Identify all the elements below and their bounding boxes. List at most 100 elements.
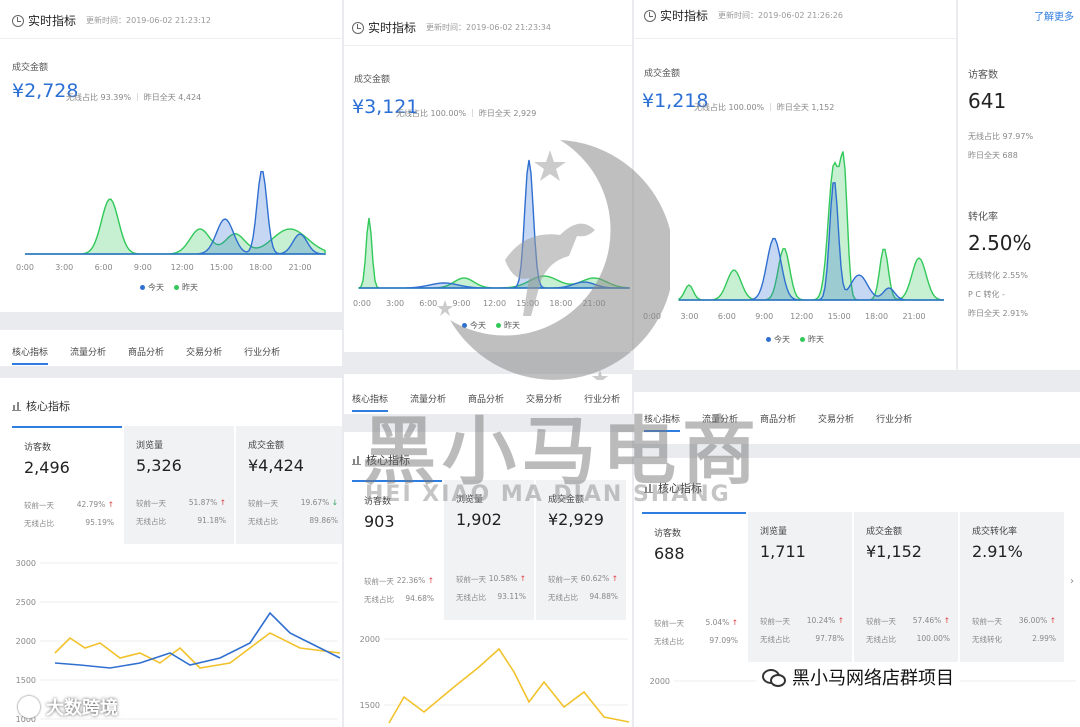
arrow-up-icon: ↑: [943, 616, 950, 625]
learn-more-link[interactable]: 了解更多: [1034, 8, 1074, 23]
tab-2[interactable]: 流量分析: [70, 345, 106, 365]
chart-legend: 今天 昨天: [766, 334, 834, 345]
tab-3[interactable]: 商品分析: [128, 345, 164, 365]
share-label: 无线占比: [548, 593, 578, 602]
realtime-title: 实时指标: [660, 9, 709, 23]
metric-value: ¥2,929: [548, 510, 604, 529]
metric-card[interactable]: 浏览量 1,711 较前一天 10.24% ↑ 无线占比 97.78%: [748, 512, 852, 662]
metric-label: 成交金额: [248, 441, 285, 451]
corner-watermark: 大数跨境: [18, 694, 118, 720]
s3-today-area: [679, 182, 944, 301]
metric-share-row: 无线占比 89.86%: [248, 516, 338, 527]
arrow-up-icon: ↑: [219, 498, 226, 507]
metric-card[interactable]: 成交金额 ¥1,152 较前一天 57.46% ↑ 无线占比 100.00%: [854, 512, 958, 662]
compare-value: 19.67%: [300, 498, 330, 507]
metric-card[interactable]: 访客数 2,496 较前一天 42.79% ↑ 无线占比 95.19%: [12, 426, 122, 544]
shot2-realtime-header: 实时指标 更新时间：2019-06-02 21:23:34: [352, 19, 551, 36]
shot2-trend-chart: 2000 1500: [360, 635, 630, 724]
metric-compare-row: 较前一天 51.87% ↑: [136, 498, 226, 509]
gmv-label: 成交金额: [12, 63, 49, 73]
metric-compare-row: 较前一天 22.36% ↑: [364, 576, 434, 587]
x-tick-label: 6:00: [95, 263, 113, 272]
wechat-icon: [762, 669, 786, 687]
x-tick-label: 6:00: [718, 312, 736, 321]
compare-label: 较前一天: [654, 619, 684, 628]
tab-4[interactable]: 交易分析: [818, 412, 854, 432]
compare-value: 51.87%: [188, 498, 218, 507]
arrow-up-icon: ↑: [731, 618, 738, 627]
metric-share-row: 无线占比 97.09%: [654, 636, 738, 647]
x-tick-label: 3:00: [55, 263, 73, 272]
metric-value: 5,326: [136, 456, 182, 475]
share-value: 97.09%: [709, 636, 738, 645]
gmv-label: 成交金额: [644, 69, 681, 79]
metric-card[interactable]: 浏览量 5,326 较前一天 51.87% ↑ 无线占比 91.18%: [124, 426, 234, 544]
next-arrow-icon[interactable]: ›: [1070, 576, 1074, 587]
visitors-value: 641: [968, 89, 1007, 113]
x-tick-label: 0:00: [16, 263, 34, 272]
arrow-up-icon: ↑: [427, 576, 434, 585]
conversion-wireless: 无线转化 2.55%: [968, 271, 1028, 280]
gmv-label: 成交金额: [354, 75, 391, 85]
tab-4[interactable]: 交易分析: [186, 345, 222, 365]
compare-label: 较前一天: [136, 499, 166, 508]
update-time: 更新时间：2019-06-02 21:26:26: [718, 11, 843, 20]
wireless-share: 无线占比 100.00%: [694, 103, 765, 112]
metric-label: 浏览量: [136, 441, 164, 451]
wireless-share: 无线占比 100.00%: [396, 109, 467, 118]
share-label: 无线占比: [456, 593, 486, 602]
y-tick-label: 1500: [360, 701, 380, 710]
tab-1[interactable]: 核心指标: [12, 345, 49, 365]
x-tick-label: 15:00: [210, 263, 233, 272]
s1-yesterday-area: [25, 198, 326, 255]
arrow-up-icon: ↑: [1049, 616, 1056, 625]
metric-card[interactable]: 访客数 688 较前一天 5.04% ↑ 无线占比 97.09%: [642, 512, 746, 662]
arrow-up-icon: ↑: [519, 574, 526, 583]
y-tick-label: 2000: [360, 635, 380, 644]
tab-5[interactable]: 行业分析: [244, 345, 280, 365]
visitors-wireless: 无线占比 97.97%: [968, 132, 1034, 141]
yesterday-full: 昨日全天 2,929: [478, 109, 537, 118]
s3-yesterday-area: [678, 151, 945, 301]
x-tick-label: 21:00: [288, 263, 311, 272]
shot3-realtime-header: 实时指标 更新时间：2019-06-02 21:26:26: [644, 7, 843, 24]
conversion-pc: P C 转化 -: [968, 290, 1005, 299]
share-label: 无线占比: [24, 519, 54, 528]
metric-card[interactable]: 成交金额 ¥4,424 较前一天 19.67% ↓ 无线占比 89.86%: [236, 426, 342, 544]
x-tick-label: 15:00: [828, 312, 851, 321]
metric-compare-row: 较前一天 57.46% ↑: [866, 616, 950, 627]
y-tick-label: 3000: [16, 559, 36, 568]
conversion-label: 转化率: [968, 212, 998, 223]
tab-5[interactable]: 行业分析: [876, 412, 912, 432]
metric-value: ¥4,424: [248, 456, 304, 475]
shot3-realtime-panel: 实时指标 更新时间：2019-06-02 21:26:26 成交金额 ¥1,21…: [634, 0, 956, 370]
y-tick-label: 2000: [650, 677, 670, 686]
bar-chart-icon: [352, 455, 361, 465]
s2-trend-line-1: [388, 647, 630, 724]
shot1-realtime-panel: 实时指标 更新时间：2019-06-02 21:23:12 成交金额 ¥2,72…: [0, 0, 342, 312]
x-tick-label: 18:00: [865, 312, 888, 321]
metric-compare-row: 较前一天 10.58% ↑: [456, 574, 526, 585]
y-tick-label: 2500: [16, 598, 36, 607]
compare-label: 较前一天: [24, 501, 54, 510]
metric-share-row: 无线占比 93.11%: [456, 592, 526, 603]
tab-3[interactable]: 商品分析: [760, 412, 796, 432]
shot1-realtime-header: 实时指标 更新时间：2019-06-02 21:23:12: [12, 12, 211, 29]
x-tick-label: 3:00: [386, 299, 404, 308]
bar-chart-icon: [12, 401, 21, 411]
legend-today: 今天: [140, 282, 164, 293]
gmv-sub-stats: 无线占比 100.00% | 昨日全天 2,929: [396, 108, 537, 118]
moon-horse-logo: [437, 140, 670, 380]
compare-value: 42.79%: [76, 500, 106, 509]
wireless-share: 无线占比 93.39%: [66, 93, 132, 102]
share-label: 无线占比: [654, 637, 684, 646]
metric-card[interactable]: 成交转化率 2.91% 较前一天 36.00% ↑ 无线转化 2.99%: [960, 512, 1064, 662]
metric-compare-row: 较前一天 36.00% ↑: [972, 616, 1056, 627]
compare-value: 5.04%: [705, 618, 730, 627]
clock-icon: [352, 21, 364, 34]
metric-share-row: 无线占比 94.68%: [364, 594, 434, 605]
clock-icon: [12, 14, 24, 27]
compare-label: 较前一天: [248, 499, 278, 508]
metric-compare-row: 较前一天 60.62% ↑: [548, 574, 618, 585]
gmv-sub-stats: 无线占比 93.39% | 昨日全天 4,424: [66, 92, 202, 102]
